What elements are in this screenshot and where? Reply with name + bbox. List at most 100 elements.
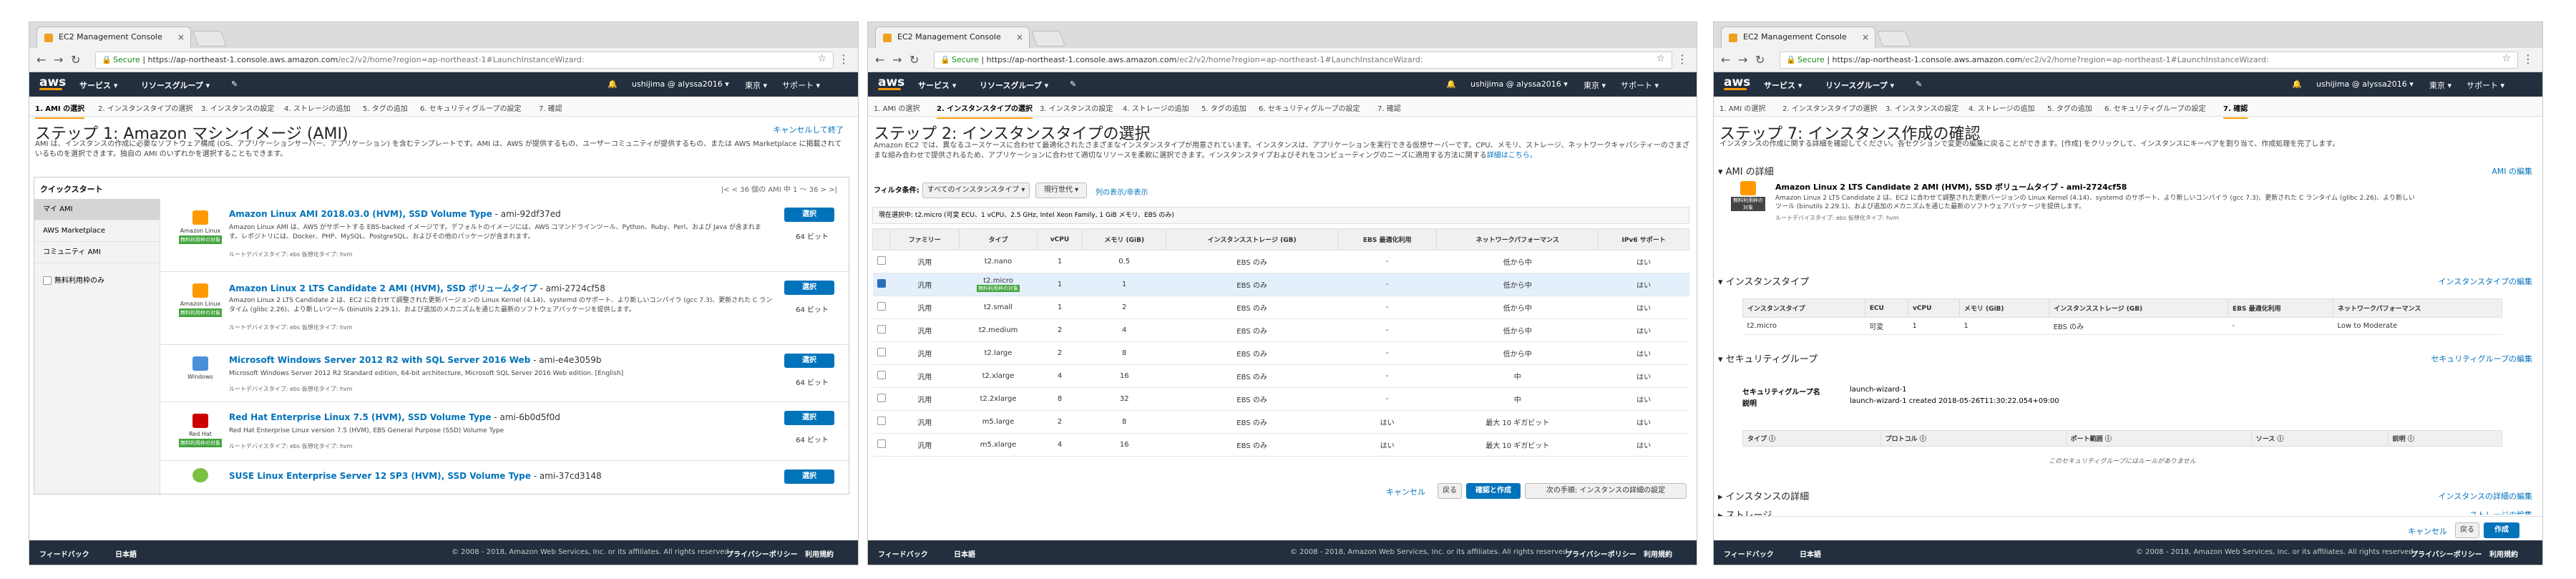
new-tab-button[interactable] — [1030, 31, 1066, 47]
row-checkbox[interactable] — [877, 417, 886, 425]
table-row[interactable]: 汎用 t2.xlarge 4 16 EBS のみ - 中 はい — [872, 364, 1689, 388]
column-header[interactable]: タイプ — [959, 228, 1038, 250]
bookmark-star-icon[interactable]: ☆ — [1656, 53, 1665, 64]
forward-arrow-icon[interactable]: → — [54, 53, 63, 67]
step-4-tab[interactable]: 4. ストレージの追加 — [1123, 102, 1189, 113]
table-row[interactable]: 汎用 t2.large 2 8 EBS のみ - 低から中 はい — [872, 341, 1689, 365]
select-ami-button[interactable]: 選択 — [784, 354, 834, 368]
free-tier-only-filter[interactable]: 無料利用枠のみ — [34, 271, 160, 292]
resource-groups-menu[interactable]: リソースグループ ▾ — [1825, 79, 1894, 91]
browser-tab[interactable]: EC2 Management Console × — [1721, 26, 1875, 48]
free-tier-checkbox[interactable] — [43, 276, 52, 285]
terms-link[interactable]: 利用規約 — [2489, 548, 2518, 559]
row-checkbox[interactable] — [877, 348, 886, 356]
url-field[interactable]: 🔒 Secure | https://ap-northeast-1.console… — [1780, 52, 2518, 69]
select-ami-button[interactable]: 選択 — [784, 208, 834, 222]
step-5-tab[interactable]: 5. タグの追加 — [2047, 102, 2092, 113]
terms-link[interactable]: 利用規約 — [805, 548, 834, 559]
column-header[interactable]: IPv6 サポート — [1598, 228, 1689, 250]
select-ami-button[interactable]: 選択 — [784, 469, 834, 484]
forward-arrow-icon[interactable]: → — [892, 53, 902, 67]
pin-icon[interactable]: ✎ — [1916, 79, 1922, 89]
edit-ami-link[interactable]: AMI の編集 — [2492, 165, 2532, 177]
region-menu[interactable]: 東京 ▾ — [2429, 79, 2451, 91]
browser-menu-icon[interactable]: ⋮ — [2522, 52, 2534, 66]
back-arrow-icon[interactable]: ← — [36, 53, 46, 67]
row-select-cell[interactable] — [872, 433, 890, 457]
table-row[interactable]: 汎用 t2.nano 1 0.5 EBS のみ - 低から中 はい — [872, 250, 1689, 273]
column-header[interactable]: vCPU — [1036, 228, 1083, 250]
support-menu[interactable]: サポート ▾ — [2467, 79, 2504, 91]
pin-icon[interactable]: ✎ — [231, 79, 238, 89]
reload-icon[interactable]: ↻ — [1755, 53, 1765, 67]
new-tab-button[interactable] — [192, 31, 228, 47]
step-3-tab[interactable]: 3. インスタンスの設定 — [1040, 102, 1113, 113]
edit-instance-details-link[interactable]: インスタンスの詳細の編集 — [2438, 490, 2532, 502]
table-row[interactable]: 汎用 t2.medium 2 4 EBS のみ - 低から中 はい — [872, 318, 1689, 342]
row-checkbox[interactable] — [877, 394, 886, 402]
language-link[interactable]: 日本語 — [954, 548, 975, 559]
ami-details-section-toggle[interactable]: ▾ AMI の詳細 — [1718, 164, 1774, 177]
storage-section-toggle[interactable]: ▸ ストレージ — [1718, 507, 1772, 516]
ami-pager[interactable]: |< < 36 個の AMI 中 1 〜 36 > >| — [721, 183, 837, 194]
edit-instance-type-link[interactable]: インスタンスタイプの編集 — [2438, 276, 2532, 287]
edit-security-group-link[interactable]: セキュリティグループの編集 — [2431, 353, 2532, 364]
region-menu[interactable]: 東京 ▾ — [1584, 79, 1606, 91]
column-header[interactable]: ファミリー — [889, 228, 960, 250]
row-checkbox[interactable] — [877, 439, 886, 448]
support-menu[interactable]: サポート ▾ — [1621, 79, 1659, 91]
column-header[interactable]: ネットワークパフォーマンス — [1436, 228, 1599, 250]
review-and-launch-button[interactable]: 確認と作成 — [1466, 483, 1521, 499]
step-1-tab[interactable]: 1. AMI の選択 — [1719, 102, 1765, 113]
step-2-tab[interactable]: 2. インスタンスタイプの選択 — [98, 102, 192, 113]
column-header[interactable]: メモリ (GiB) — [1082, 228, 1167, 250]
feedback-link[interactable]: フィードバック — [878, 548, 928, 559]
edit-storage-link[interactable]: ストレージの編集 — [2469, 509, 2532, 515]
select-ami-button[interactable]: 選択 — [784, 411, 834, 425]
security-group-section-toggle[interactable]: ▾ セキュリティグループ — [1718, 351, 1818, 365]
column-header[interactable]: EBS 最適化利用 — [1337, 228, 1438, 250]
table-row[interactable]: 汎用 t2.small 1 2 EBS のみ - 低から中 はい — [872, 296, 1689, 319]
next-configure-details-button[interactable]: 次の手順: インスタンスの詳細の設定 — [1525, 483, 1687, 499]
show-hide-columns-link[interactable]: 列の表示/非表示 — [1096, 186, 1148, 197]
resource-groups-menu[interactable]: リソースグループ ▾ — [980, 79, 1048, 91]
forward-arrow-icon[interactable]: → — [1738, 53, 1747, 67]
row-select-cell[interactable] — [872, 273, 890, 296]
browser-menu-icon[interactable]: ⋮ — [838, 52, 849, 66]
step-3-tab[interactable]: 3. インスタンスの設定 — [1885, 102, 1958, 113]
column-header[interactable]: インスタンスストレージ (GB) — [1166, 228, 1339, 250]
table-row[interactable]: 汎用 t2.2xlarge 8 32 EBS のみ - 中 はい — [872, 387, 1689, 411]
row-checkbox[interactable] — [877, 371, 886, 379]
bookmark-star-icon[interactable]: ☆ — [2502, 53, 2511, 64]
tab-close-icon[interactable]: × — [1862, 27, 1869, 47]
row-select-cell[interactable] — [872, 410, 890, 434]
back-button[interactable]: 戻る — [2455, 522, 2479, 538]
browser-tab[interactable]: EC2 Management Console × — [36, 26, 191, 48]
step-7-tab[interactable]: 7. 確認 — [539, 102, 562, 113]
cancel-exit-link[interactable]: キャンセルして終了 — [773, 124, 844, 135]
step-5-tab[interactable]: 5. タグの追加 — [1201, 102, 1246, 113]
step-6-tab[interactable]: 6. セキュリティグループの設定 — [420, 102, 522, 113]
pin-icon[interactable]: ✎ — [1070, 79, 1076, 89]
region-menu[interactable]: 東京 ▾ — [745, 79, 767, 91]
browser-tab[interactable]: EC2 Management Console × — [875, 26, 1030, 48]
sidebar-item-my-ami[interactable]: マイ AMI — [34, 199, 160, 220]
step-1-tab[interactable]: 1. AMI の選択 — [874, 102, 919, 113]
step-2-tab[interactable]: 2. インスタンスタイプの選択 — [1782, 102, 1877, 113]
url-field[interactable]: 🔒 Secure | https://ap-northeast-1.console… — [934, 52, 1672, 69]
privacy-link[interactable]: プライバシーポリシー — [2411, 548, 2482, 559]
services-menu[interactable]: サービス ▾ — [1764, 79, 1802, 91]
new-tab-button[interactable] — [1876, 31, 1912, 47]
row-select-cell[interactable] — [872, 250, 890, 273]
step-6-tab[interactable]: 6. セキュリティグループの設定 — [2104, 102, 2206, 113]
reload-icon[interactable]: ↻ — [909, 53, 919, 67]
aws-logo[interactable]: aws — [878, 75, 904, 90]
browser-menu-icon[interactable]: ⋮ — [1677, 52, 1688, 66]
support-menu[interactable]: サポート ▾ — [782, 79, 820, 91]
row-select-cell[interactable] — [872, 387, 890, 411]
user-menu[interactable]: ushijima @ alyssa2016 ▾ — [1470, 79, 1568, 89]
aws-logo[interactable]: aws — [39, 75, 66, 90]
row-select-cell[interactable] — [872, 341, 890, 365]
instance-family-filter[interactable]: すべてのインスタンスタイプ ▾ — [922, 183, 1030, 198]
row-select-cell[interactable] — [872, 318, 890, 342]
